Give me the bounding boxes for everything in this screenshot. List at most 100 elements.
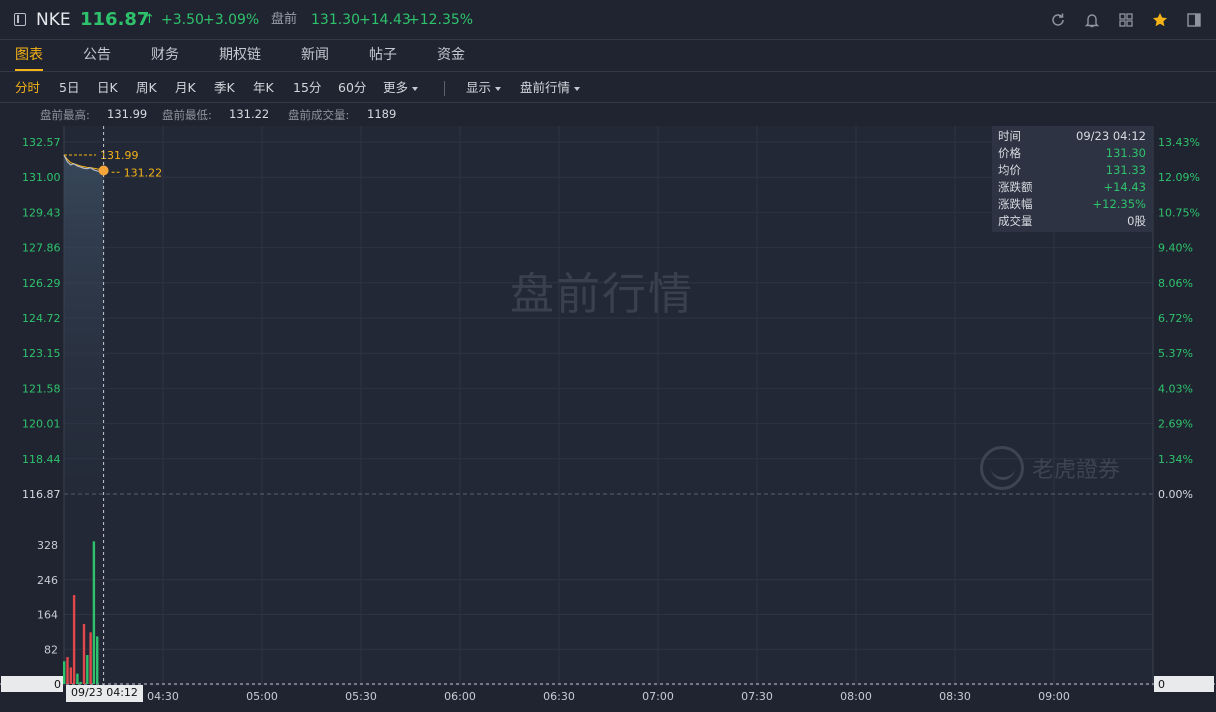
tab-news[interactable]: 新闻 [301, 41, 329, 71]
tooltip-row-change: 涨跌额 +14.43 [992, 179, 1152, 196]
tooltip-label: 涨跌幅 [998, 197, 1033, 211]
price-axis-label: 132.57 [22, 136, 61, 149]
period-weekly[interactable]: 周K [136, 73, 157, 103]
percent-axis-label: 12.09% [1158, 171, 1200, 184]
time-axis-label: 05:00 [246, 690, 278, 703]
time-axis-label: 09:00 [1038, 690, 1070, 703]
low-marker-label: 131.22 [124, 166, 163, 179]
volume-bar [79, 681, 82, 684]
time-axis-label: 06:30 [543, 690, 575, 703]
premarket-high-value: 131.99 [107, 107, 148, 121]
grid-icon[interactable] [1118, 12, 1134, 28]
volume-axis-label: 164 [37, 609, 58, 622]
price-axis-label: 127.86 [22, 242, 61, 255]
tab-options-chain[interactable]: 期权链 [219, 41, 261, 71]
volume-axis-label: 328 [37, 539, 58, 552]
volume-bar [63, 661, 66, 684]
time-axis-label: 07:30 [741, 690, 773, 703]
percent-axis-label: 4.03% [1158, 382, 1193, 395]
percent-axis-label: 0.00% [1158, 488, 1193, 501]
tooltip-value: 0股 [1127, 214, 1146, 228]
price-axis-label: 131.00 [22, 171, 61, 184]
display-dropdown[interactable]: 显示 [466, 73, 502, 103]
period-daily[interactable]: 日K [97, 73, 118, 103]
volume-bar [92, 541, 96, 684]
chevron-down-icon [495, 86, 502, 91]
period-15min[interactable]: 15分 [293, 73, 321, 103]
premarket-low-value: 131.22 [229, 107, 270, 121]
tooltip-label: 涨跌额 [998, 180, 1033, 194]
divider [444, 81, 445, 96]
bell-icon[interactable] [1084, 12, 1100, 28]
ticker-symbol: NKE [36, 10, 71, 30]
volume-bar [76, 673, 79, 684]
price-area [64, 155, 104, 494]
time-axis-label: 05:30 [345, 690, 377, 703]
premarket-volume-label: 盘前成交量: [288, 108, 350, 122]
premarket-dropdown[interactable]: 盘前行情 [520, 73, 581, 103]
more-label: 更多 [383, 80, 409, 95]
refresh-icon[interactable] [1050, 12, 1066, 28]
tooltip-row-avg: 均价 131.33 [992, 162, 1152, 179]
percent-axis-label: 9.40% [1158, 242, 1193, 255]
brand-text: 老虎證券 [1032, 458, 1121, 483]
tab-fund-flow[interactable]: 资金 [437, 41, 465, 71]
volume-bar [89, 632, 92, 684]
price-change: +3.50 [161, 12, 204, 28]
tooltip-value: 09/23 04:12 [1076, 129, 1146, 143]
volume-axis-label: 82 [44, 643, 58, 656]
up-arrow-icon: ↑ [144, 12, 155, 27]
premarket-stats: 盘前最高: 131.99 盘前最低: 131.22 盘前成交量: 1189 [0, 104, 1216, 126]
tab-announcements[interactable]: 公告 [83, 41, 111, 71]
time-axis-label: 06:00 [444, 690, 476, 703]
tab-posts[interactable]: 帖子 [369, 41, 397, 71]
section-tabs: 图表 公告 财务 期权链 新闻 帖子 资金 [0, 41, 1216, 72]
tooltip-label: 成交量 [998, 214, 1033, 228]
percent-axis-label: 5.37% [1158, 347, 1193, 360]
price-axis-label: 121.58 [22, 382, 61, 395]
premarket-change: +14.43 [359, 12, 411, 28]
crosshair-time-label: 09/23 04:12 [66, 685, 143, 702]
star-icon[interactable] [1152, 12, 1168, 28]
price-axis-label: 126.29 [22, 277, 61, 290]
high-marker-label: 131.99 [100, 149, 139, 162]
premarket-dropdown-label: 盘前行情 [520, 80, 571, 95]
price-axis-label: 124.72 [22, 312, 61, 325]
crosshair-dot [98, 165, 109, 176]
period-60min[interactable]: 60分 [338, 73, 366, 103]
percent-axis-label: 10.75% [1158, 206, 1200, 219]
plot-background [64, 126, 1153, 686]
panel-toggle-icon[interactable] [14, 13, 26, 26]
price-axis-label: 118.44 [22, 453, 61, 466]
period-quarterly[interactable]: 季K [214, 73, 235, 103]
percent-axis-label: 8.06% [1158, 277, 1193, 290]
period-more-dropdown[interactable]: 更多 [383, 73, 419, 103]
tiger-logo-icon [980, 446, 1024, 490]
percent-axis-label: 1.34% [1158, 453, 1193, 466]
sidebar-toggle-icon[interactable] [1186, 12, 1202, 28]
time-axis-label: 08:00 [840, 690, 872, 703]
tooltip-row-time: 时间 09/23 04:12 [992, 128, 1152, 145]
tab-financials[interactable]: 财务 [151, 41, 179, 71]
chevron-down-icon [412, 86, 419, 91]
time-axis-label: 04:30 [147, 690, 179, 703]
period-yearly[interactable]: 年K [253, 73, 274, 103]
period-selector: 分时 5日 日K 周K 月K 季K 年K 15分 60分 更多 显示 盘前行情 [0, 73, 1216, 103]
volume-bar [86, 655, 89, 684]
tooltip-label: 价格 [998, 146, 1021, 160]
volume-bar [82, 624, 86, 684]
volume-zero-label-left: 0 [54, 678, 61, 691]
tab-chart[interactable]: 图表 [15, 41, 43, 71]
premarket-price: 131.30 [311, 12, 360, 28]
premarket-label: 盘前 [271, 12, 298, 27]
tooltip-value: 131.30 [1105, 146, 1146, 160]
period-intraday[interactable]: 分时 [15, 73, 40, 103]
tooltip-value: +12.35% [1092, 197, 1147, 211]
period-5day[interactable]: 5日 [59, 73, 79, 103]
display-label: 显示 [466, 80, 492, 95]
tooltip-row-volume: 成交量 0股 [992, 213, 1152, 230]
period-monthly[interactable]: 月K [175, 73, 196, 103]
volume-zero-label-right: 0 [1158, 678, 1165, 691]
premarket-change-pct: +12.35% [408, 12, 474, 28]
price-axis-label: 116.87 [22, 488, 61, 501]
